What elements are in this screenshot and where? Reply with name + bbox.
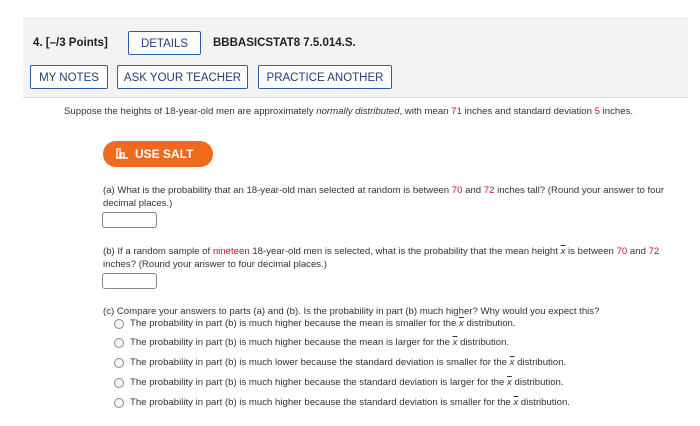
part-b-text4: and <box>627 246 649 257</box>
use-salt-label: USE SALT <box>135 147 194 161</box>
option-label[interactable]: The probability in part (b) is much high… <box>130 397 570 409</box>
option-label[interactable]: The probability in part (b) is much high… <box>130 337 509 349</box>
part-a-upper: 72 <box>483 185 495 196</box>
intro-part1: Suppose the heights of 18-year-old men a… <box>64 106 317 117</box>
part-b-lower: 70 <box>616 246 628 257</box>
option-suffix: distribution. <box>518 397 570 408</box>
part-a-answer-input[interactable] <box>102 212 157 228</box>
intro-part2: , with mean <box>399 106 452 117</box>
option-label[interactable]: The probability in part (b) is much lowe… <box>130 357 566 369</box>
option-radio[interactable] <box>114 378 124 388</box>
part-b-answer-input[interactable] <box>102 273 157 289</box>
option-text: The probability in part (b) is much high… <box>130 377 508 388</box>
option-suffix: distribution. <box>511 377 564 388</box>
use-salt-button[interactable]: USE SALT <box>103 141 213 167</box>
intro-part3: inches and standard deviation <box>461 106 595 117</box>
mean-value: 71 <box>451 106 462 117</box>
part-a-text1: (a) What is the probability that an 18-y… <box>103 185 452 196</box>
intro-text: Suppose the heights of 18-year-old men a… <box>64 105 676 118</box>
part-a-lower: 70 <box>451 185 463 196</box>
question-body: Suppose the heights of 18-year-old men a… <box>0 0 700 426</box>
option-text: The probability in part (b) is much high… <box>130 318 460 329</box>
part-b-question: (b) If a random sample of nineteen 18-ye… <box>103 245 688 271</box>
option-text: The probability in part (b) is much high… <box>130 397 514 408</box>
part-c-question: (c) Compare your answers to parts (a) an… <box>103 306 600 317</box>
option-suffix: distribution. <box>463 318 516 329</box>
salt-chart-icon <box>116 148 128 160</box>
part-b-text1: (b) If a random sample of <box>103 246 213 257</box>
option-label[interactable]: The probability in part (b) is much high… <box>130 318 516 330</box>
option-radio[interactable] <box>114 398 124 408</box>
option-suffix: distribution. <box>457 337 510 348</box>
part-b-upper: 72 <box>648 246 660 257</box>
option-text: The probability in part (b) is much high… <box>130 337 453 348</box>
part-b-text5: inches? (Round your answer to four decim… <box>103 259 327 270</box>
part-b-text3: is between <box>565 246 617 257</box>
option-radio[interactable] <box>114 319 124 329</box>
part-a-question: (a) What is the probability that an 18-y… <box>103 184 673 210</box>
option-suffix: distribution. <box>514 357 567 368</box>
option-text: The probability in part (b) is much lowe… <box>130 357 510 368</box>
intro-part4: inches. <box>600 106 634 117</box>
part-a-text2: and <box>462 185 484 196</box>
option-radio[interactable] <box>114 358 124 368</box>
option-label[interactable]: The probability in part (b) is much high… <box>130 377 564 389</box>
option-radio[interactable] <box>114 338 124 348</box>
intro-italic: normally distributed <box>316 106 400 117</box>
sample-size: nineteen <box>212 246 250 257</box>
part-b-text2: 18-year-old men is selected, what is the… <box>249 246 561 257</box>
